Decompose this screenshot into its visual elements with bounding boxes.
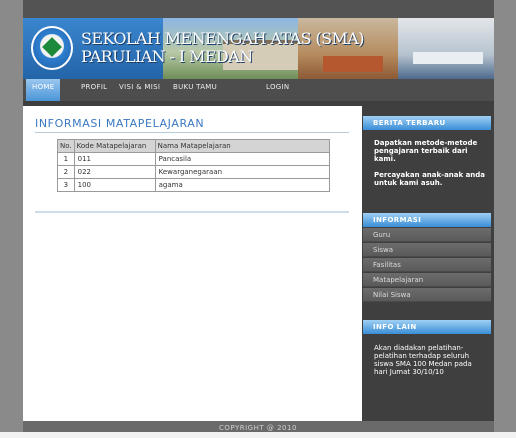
nav-login[interactable]: LOGIN (266, 79, 289, 101)
school-name-line1: SEKOLAH MENENGAH ATAS (SMA) (81, 29, 364, 48)
nav-buku-tamu[interactable]: BUKU TAMU (173, 79, 217, 101)
page-bottom-strip (0, 432, 516, 438)
footer: COPYRIGHT @ 2010 (23, 421, 494, 432)
school-logo (31, 26, 73, 70)
sidebar-heading-berita: BERITA TERBARU (363, 116, 491, 130)
nav-home[interactable]: HOME (26, 79, 61, 101)
table-header-row: No. Kode Matapelajaran Nama Matapelajara… (57, 139, 331, 153)
school-name-line2: PARULIAN - I MEDAN (81, 47, 253, 66)
content-divider (35, 211, 349, 213)
sidebar: BERITA TERBARU Dapatkan metode-metode pe… (362, 106, 494, 421)
column-header-kode: Kode Matapelajaran (73, 139, 156, 153)
main-nav: HOME PROFIL VISI & MISI BUKU TAMU LOGIN (23, 79, 494, 106)
berita-text-2: Percayakan anak-anak anda untuk kami asu… (374, 171, 486, 187)
title-divider (35, 132, 349, 133)
page-title: INFORMASI MATAPELAJARAN (35, 117, 205, 130)
sidebar-item-nilai-siswa[interactable]: Nilai Siswa (363, 288, 491, 302)
nav-visi-misi[interactable]: VISI & MISI (119, 79, 160, 101)
sidebar-item-guru[interactable]: Guru (363, 228, 491, 242)
cell-nama: Kewarganegaraan (154, 165, 331, 179)
column-header-no: No. (57, 139, 75, 153)
cell-nama: Pancasila (154, 152, 331, 166)
banner-computer-desks (413, 52, 483, 64)
table-row: 1 011 Pancasila (57, 152, 331, 166)
subjects-table: No. Kode Matapelajaran Nama Matapelajara… (57, 139, 331, 192)
cell-no: 3 (57, 178, 75, 192)
page-side-left (0, 0, 23, 438)
sidebar-heading-info-lain: INFO LAIN (363, 320, 491, 334)
sidebar-heading-informasi: INFORMASI (363, 213, 491, 227)
logo-emblem-icon (42, 37, 62, 57)
cell-kode: 011 (73, 152, 156, 166)
berita-text-1: Dapatkan metode-metode pengajaran terbai… (374, 139, 478, 163)
top-bar (23, 0, 494, 18)
page-frame: SEKOLAH MENENGAH ATAS (SMA) PARULIAN - I… (0, 0, 516, 438)
school-name: SEKOLAH MENENGAH ATAS (SMA) PARULIAN - I… (81, 30, 364, 66)
column-header-nama: Nama Matapelajaran (154, 139, 331, 153)
table-row: 3 100 agama (57, 178, 331, 192)
sidebar-item-matapelajaran[interactable]: Matapelajaran (363, 273, 491, 287)
sidebar-item-siswa[interactable]: Siswa (363, 243, 491, 257)
page-side-right (494, 0, 516, 438)
cell-no: 2 (57, 165, 75, 179)
banner-computer-lab-photo (398, 18, 494, 79)
cell-nama: agama (154, 178, 331, 192)
sidebar-item-fasilitas[interactable]: Fasilitas (363, 258, 491, 272)
nav-profil[interactable]: PROFIL (81, 79, 107, 101)
copyright-text: COPYRIGHT @ 2010 (219, 424, 297, 432)
info-lain-text: Akan diadakan pelatihan-pelatihan terhad… (374, 344, 472, 376)
header-banner: SEKOLAH MENENGAH ATAS (SMA) PARULIAN - I… (23, 18, 494, 79)
main-content: INFORMASI MATAPELAJARAN No. Kode Matapel… (23, 106, 362, 421)
cell-kode: 100 (73, 178, 156, 192)
table-row: 2 022 Kewarganegaraan (57, 165, 331, 179)
cell-kode: 022 (73, 165, 156, 179)
cell-no: 1 (57, 152, 75, 166)
